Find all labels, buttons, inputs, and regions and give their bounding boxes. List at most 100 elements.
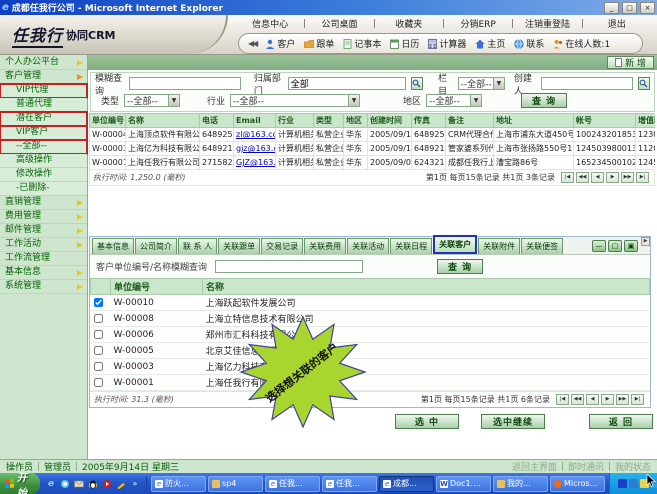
- toolbar-contact[interactable]: 联系: [514, 37, 544, 50]
- sidebar-item-direct-sales[interactable]: 直销管理: [0, 196, 87, 210]
- sidebar-item-normal-agent[interactable]: 普通代理: [0, 98, 87, 112]
- overflow-chevron-icon[interactable]: »: [130, 479, 140, 489]
- messenger-icon[interactable]: [60, 479, 70, 489]
- row-checkbox[interactable]: [94, 314, 103, 323]
- menu-relogin[interactable]: 注销重登陆: [513, 17, 581, 30]
- task-my-docs[interactable]: 我的...: [493, 476, 548, 492]
- new-button[interactable]: 新 增: [607, 56, 654, 69]
- return-button[interactable]: 返 回: [589, 414, 653, 429]
- tab-scroll-right-icon[interactable]: ▶: [641, 237, 650, 246]
- toolbar-home[interactable]: 主页: [475, 37, 505, 50]
- column-select[interactable]: --全部--▼: [458, 77, 505, 90]
- assoc-row[interactable]: W-00003 上海亿力科技有限公司: [91, 359, 650, 375]
- sidebar-item-mail-mgmt[interactable]: 邮件管理: [0, 224, 87, 238]
- toolbar-notebook[interactable]: 记事本: [343, 37, 381, 50]
- tab-related-schedule[interactable]: 关联日程: [390, 238, 432, 254]
- select-continue-button[interactable]: 选中继续: [481, 414, 545, 429]
- tab-transactions[interactable]: 交易记录: [261, 238, 303, 254]
- sidebar-item-system-mgmt[interactable]: 系统管理: [0, 280, 87, 294]
- select-button[interactable]: 选 中: [395, 414, 459, 429]
- assoc-row[interactable]: W-00008 上海立特信息技术有限公司: [91, 311, 650, 327]
- ie-quick-icon[interactable]: e: [46, 479, 56, 489]
- tab-contacts[interactable]: 联 系 人: [178, 238, 217, 254]
- realplayer-icon[interactable]: [102, 479, 112, 489]
- panel-maximize-icon[interactable]: ▣: [624, 240, 638, 252]
- assoc-row[interactable]: W-00001 上海任我行有限公司: [91, 375, 650, 391]
- dept-lookup-button[interactable]: [411, 77, 423, 90]
- row-checkbox[interactable]: [94, 298, 103, 307]
- row-checkbox[interactable]: [94, 330, 103, 339]
- back-icon[interactable]: ◀◀: [248, 39, 256, 48]
- sidebar-item-all[interactable]: --全部--: [0, 140, 87, 154]
- sidebar-item-expense-mgmt[interactable]: 费用管理: [0, 210, 87, 224]
- menu-exit[interactable]: 退出: [583, 17, 651, 30]
- creator-input[interactable]: [541, 77, 633, 90]
- toolbar-customer[interactable]: 客户: [265, 37, 295, 50]
- tab-company-profile[interactable]: 公司简介: [135, 238, 177, 254]
- last-page-button[interactable]: ▶|: [636, 172, 649, 183]
- tab-related-customers[interactable]: 关联客户: [433, 235, 477, 254]
- tray-icon-2[interactable]: [629, 479, 638, 488]
- last-page-button[interactable]: ▶|: [631, 394, 644, 405]
- creator-lookup-button[interactable]: [638, 77, 650, 90]
- assoc-search-button[interactable]: 查 询: [437, 259, 483, 274]
- sidebar-item-work-activity[interactable]: 工作活动: [0, 238, 87, 252]
- prev-page-button[interactable]: ◀: [591, 172, 604, 183]
- task-media-player[interactable]: Micros...: [550, 476, 605, 492]
- region-select[interactable]: --全部--▼: [426, 94, 482, 107]
- assoc-search-input[interactable]: [215, 260, 363, 273]
- menu-info-center[interactable]: 信息中心: [236, 17, 304, 30]
- first-page-button[interactable]: |◀: [556, 394, 569, 405]
- cell-email-link[interactable]: GJZ@163.COM: [234, 156, 276, 170]
- next-page-button[interactable]: ▶: [606, 172, 619, 183]
- panel-restore-icon[interactable]: ▢: [608, 240, 622, 252]
- tab-related-notes[interactable]: 关联便签: [521, 238, 563, 254]
- sidebar-item-workflow-mgmt[interactable]: 工作流管理: [0, 252, 87, 266]
- sidebar-item-deleted[interactable]: -已删除-: [0, 182, 87, 196]
- next-block-button[interactable]: ▶▶: [621, 172, 634, 183]
- table-row[interactable]: W-00004 上海顶点软件有限公司 64892525 zl@163.com 计…: [90, 128, 656, 142]
- close-button[interactable]: ×: [640, 2, 655, 14]
- toolbar-orders[interactable]: 跟单: [304, 37, 334, 50]
- assoc-row[interactable]: W-00005 北京艾佳信息技术有限公司: [91, 343, 650, 359]
- sidebar-item-vip-customer[interactable]: VIP客户: [0, 126, 87, 140]
- sidebar-item-customer-mgmt[interactable]: 客户管理: [0, 70, 87, 84]
- menu-favorites[interactable]: 收藏夹: [375, 17, 443, 30]
- tray-icon-1[interactable]: [618, 479, 627, 488]
- table-row[interactable]: W-00001 上海任我行有限公司 27158230 GJZ@163.COM 计…: [90, 156, 656, 170]
- task-firewall[interactable]: e防火...: [151, 476, 206, 492]
- sidebar-item-personal-office[interactable]: 个人办公平台: [0, 56, 87, 70]
- toolbar-calendar[interactable]: 日历: [390, 37, 419, 50]
- maximize-button[interactable]: □: [622, 2, 637, 14]
- prev-page-button[interactable]: ◀: [586, 394, 599, 405]
- prev-block-button[interactable]: ◀◀: [571, 394, 584, 405]
- fuzzy-search-input[interactable]: [129, 77, 241, 90]
- start-button[interactable]: 开始: [0, 473, 40, 494]
- dept-input[interactable]: [288, 77, 406, 90]
- row-checkbox[interactable]: [94, 346, 103, 355]
- task-word-doc[interactable]: WDoc1....: [436, 476, 491, 492]
- tab-basic-info[interactable]: 基本信息: [92, 238, 134, 254]
- next-page-button[interactable]: ▶: [601, 394, 614, 405]
- table-row[interactable]: W-00003 上海亿为科技有限公司 64892132 gjz@163.com …: [90, 142, 656, 156]
- pencil-icon[interactable]: [116, 479, 126, 489]
- mail-icon[interactable]: [74, 479, 84, 489]
- menu-erp[interactable]: 分销ERP: [444, 17, 512, 30]
- sidebar-item-potential-customer[interactable]: 潜在客户: [0, 112, 87, 126]
- row-checkbox[interactable]: [94, 378, 103, 387]
- minimize-button[interactable]: _: [604, 2, 619, 14]
- task-renwoxing-1[interactable]: e任我...: [265, 476, 320, 492]
- cell-email-link[interactable]: gjz@163.com: [234, 142, 276, 156]
- industry-select[interactable]: --全部--▼: [230, 94, 360, 107]
- search-button[interactable]: 查 询: [521, 93, 567, 108]
- assoc-row[interactable]: W-00006 郑州市汇科科技有限公司: [91, 327, 650, 343]
- tab-related-expenses[interactable]: 关联费用: [304, 238, 346, 254]
- type-select[interactable]: --全部--▼: [124, 94, 180, 107]
- qq-icon[interactable]: [88, 479, 98, 489]
- tab-related-orders[interactable]: 关联跟单: [218, 238, 260, 254]
- row-checkbox[interactable]: [94, 362, 103, 371]
- sidebar-item-vip-agent[interactable]: VIP代理: [0, 84, 87, 98]
- panel-minimize-icon[interactable]: —: [592, 240, 606, 252]
- link-main-ui[interactable]: 返回主界面: [512, 460, 557, 473]
- assoc-row[interactable]: W-00010 上海跃起软件发展公司: [91, 295, 650, 311]
